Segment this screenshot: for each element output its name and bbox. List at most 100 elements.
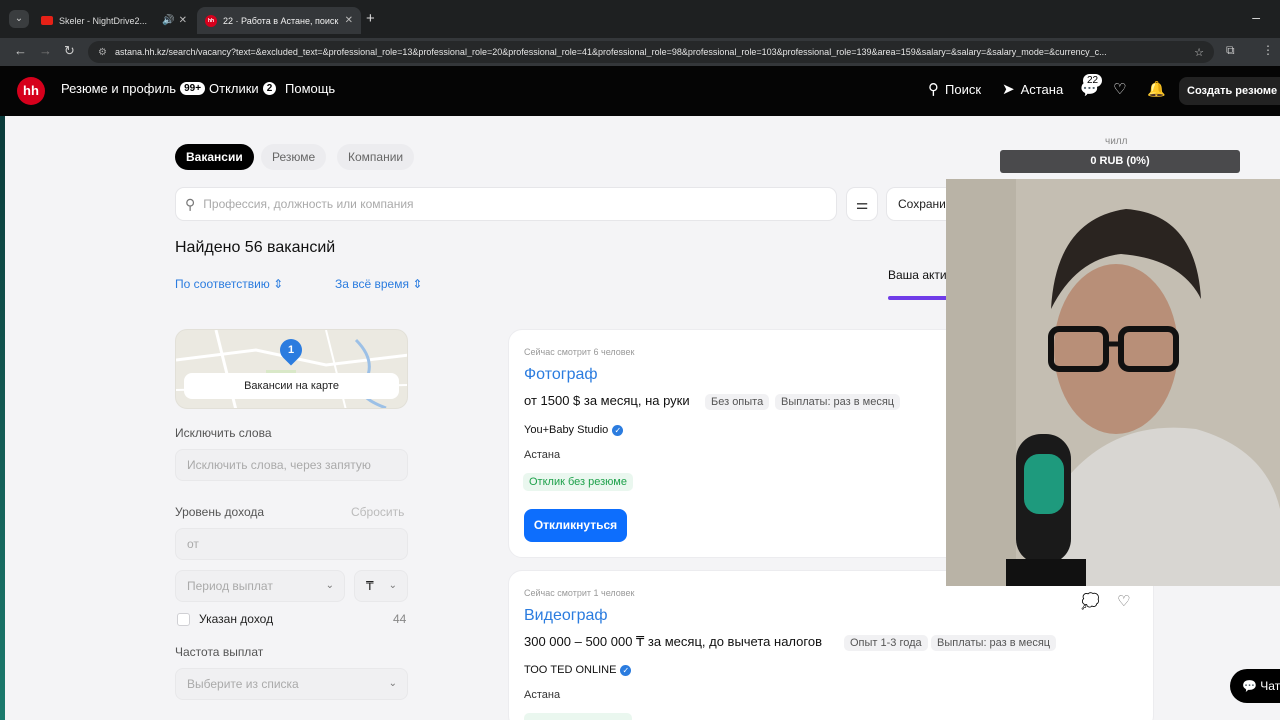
search-link[interactable]: ⚲ Поиск <box>928 80 981 98</box>
back-icon[interactable]: ← <box>14 43 27 58</box>
donation-progress-bar: 0 RUB (0%) <box>1000 150 1240 173</box>
vacancy-city: Астана <box>524 689 561 701</box>
payment-frequency-tag: Выплаты: раз в месяц <box>775 394 901 410</box>
company-name: You+Baby Studio <box>524 424 609 436</box>
sort-relevance-label: По соответствию <box>175 277 270 291</box>
payment-frequency-tag: Выплаты: раз в месяц <box>931 635 1057 651</box>
apply-without-resume-badge: Отклик без резюме <box>523 473 633 491</box>
vacancies-on-map-button[interactable]: Вакансии на карте <box>184 373 399 399</box>
profile-icon[interactable]: ⋮ <box>1262 43 1274 57</box>
new-tab-button[interactable]: + <box>366 10 375 27</box>
sort-time-label: За всё время <box>335 277 409 291</box>
forward-icon[interactable]: → <box>39 43 52 58</box>
bookmark-star-icon[interactable]: ☆ <box>1194 46 1204 59</box>
apply-without-resume-badge <box>524 713 632 720</box>
help-link[interactable]: Помощь <box>285 81 335 96</box>
contact-chat-icon[interactable]: 💭 <box>1081 592 1100 610</box>
vacancy-search-field[interactable]: ⚲ <box>175 187 837 221</box>
company-link[interactable]: You+Baby Studio ✓ <box>524 424 624 436</box>
tab-companies[interactable]: Компании <box>337 144 415 170</box>
vacancy-title-link[interactable]: Видеограф <box>524 607 608 625</box>
updown-chevron-icon: ⇕ <box>273 277 284 291</box>
company-link[interactable]: ТОО TED ONLINE ✓ <box>524 664 632 676</box>
tab-resumes[interactable]: Резюме <box>261 144 327 170</box>
resume-badge: 99+ <box>180 82 206 95</box>
payment-period-select[interactable]: Период выплат ⌄ <box>175 570 345 602</box>
close-tab-icon[interactable]: ✕ <box>179 15 187 26</box>
results-count-title: Найдено 56 вакансий <box>175 239 336 256</box>
sort-relevance-dropdown[interactable]: По соответствию ⇕ <box>175 277 283 291</box>
map-pin-count: 1 <box>287 344 295 356</box>
url-field[interactable]: ⚙ astana.hh.kz/search/vacancy?text=&excl… <box>88 41 1214 63</box>
currency-select[interactable]: ₸ ⌄ <box>354 570 408 602</box>
chat-badge: 22 <box>1083 74 1103 87</box>
favorites-heart-icon[interactable]: ♡ <box>1113 80 1132 98</box>
salary-specified-count: 44 <box>393 612 407 626</box>
vacancy-city: Астана <box>524 449 561 461</box>
reset-income-link[interactable]: Сбросить <box>351 505 404 519</box>
apply-button[interactable]: Откликнуться <box>524 509 627 542</box>
verified-check-icon: ✓ <box>620 664 632 676</box>
site-settings-icon[interactable]: ⚙ <box>98 47 107 58</box>
tab-your-activity[interactable]: Ваша акти <box>888 268 947 282</box>
hh-favicon-icon: hh <box>205 14 217 27</box>
tab-vacancies[interactable]: Вакансии <box>175 144 254 170</box>
chevron-down-icon: ⌄ <box>388 580 397 591</box>
city-label: Астана <box>1020 81 1064 97</box>
salary-specified-label[interactable]: Указан доход <box>199 612 273 626</box>
url-text: astana.hh.kz/search/vacancy?text=&exclud… <box>114 47 1107 57</box>
salary-specified-checkbox[interactable] <box>177 613 190 626</box>
payment-frequency-label: Частота выплат <box>175 645 264 659</box>
sort-time-dropdown[interactable]: За всё время ⇕ <box>335 277 422 291</box>
create-resume-button[interactable]: Создать резюме <box>1179 77 1280 105</box>
vacancy-salary: 300 000 – 500 000 ₸ за месяц, до вычета … <box>524 634 822 649</box>
income-from-input[interactable]: от <box>175 528 408 560</box>
notifications-bell-icon[interactable]: 🔔 <box>1147 80 1172 98</box>
favorite-heart-icon[interactable]: ♡ <box>1117 592 1130 610</box>
chat-bubble-icon: 💬 <box>1242 679 1257 693</box>
tab-title: Skeler - NightDrive2... <box>59 15 148 26</box>
updown-chevron-icon: ⇕ <box>412 277 423 291</box>
search-input[interactable] <box>203 197 804 211</box>
exclude-words-label: Исключить слова <box>175 426 272 440</box>
resume-profile-link[interactable]: Резюме и профиль 99+ <box>61 81 206 96</box>
chat-button-label: Чат <box>1260 679 1280 693</box>
location-arrow-icon: ➤ <box>1002 81 1015 98</box>
experience-tag: Опыт 1-3 года <box>844 635 928 651</box>
reload-icon[interactable]: ↻ <box>64 43 75 59</box>
vacancy-title-link[interactable]: Фотограф <box>524 366 598 384</box>
browser-tab-youtube[interactable]: Skeler - NightDrive2... 🔊 ✕ <box>33 7 195 34</box>
resume-profile-label: Резюме и профиль <box>61 81 177 96</box>
browser-tab-strip: ⌄ Skeler - NightDrive2... 🔊 ✕ hh 22 · Ра… <box>0 0 1280 38</box>
hh-logo[interactable]: hh <box>17 77 45 105</box>
responses-link[interactable]: Отклики 2 <box>209 81 277 96</box>
chat-floating-button[interactable]: 💬 Чат <box>1230 669 1280 703</box>
search-icon: ⚲ <box>185 195 196 212</box>
company-name: ТОО TED ONLINE <box>524 664 617 676</box>
exclude-words-input[interactable]: Исключить слова, через запятую <box>175 449 408 481</box>
speaker-icon[interactable]: 🔊 <box>162 15 174 26</box>
income-level-label: Уровень дохода <box>175 505 265 519</box>
filter-settings-button[interactable]: ⚌ <box>846 187 878 221</box>
search-link-label: Поиск <box>945 81 982 97</box>
payment-frequency-placeholder: Выберите из списка <box>187 677 299 691</box>
extensions-icon[interactable]: ⧉ <box>1226 43 1235 58</box>
payment-frequency-select[interactable]: Выберите из списка ⌄ <box>175 668 408 700</box>
currency-value: ₸ <box>366 579 374 593</box>
youtube-icon <box>41 16 53 25</box>
browser-tab-hh[interactable]: hh 22 · Работа в Астане, поиск по... ✕ <box>197 7 361 34</box>
city-link[interactable]: ➤ Астана <box>1002 80 1063 98</box>
webcam-person-image <box>946 179 1280 586</box>
tab-title: 22 · Работа в Астане, поиск по... <box>223 15 341 26</box>
close-tab-icon[interactable]: ✕ <box>345 15 353 26</box>
donation-goal-label: чилл <box>1105 136 1128 147</box>
viewing-now-label: Сейчас смотрит 1 человек <box>524 588 635 598</box>
verified-check-icon: ✓ <box>612 424 624 436</box>
filter-sliders-icon: ⚌ <box>855 196 869 212</box>
tab-search-menu-button[interactable]: ⌄ <box>9 10 29 28</box>
search-icon: ⚲ <box>928 81 939 98</box>
payment-period-placeholder: Период выплат <box>187 579 273 593</box>
address-bar-row: ← → ↻ ⚙ astana.hh.kz/search/vacancy?text… <box>0 38 1280 66</box>
minimize-window-button[interactable]: – <box>1252 9 1260 25</box>
active-tab-underline <box>888 296 948 300</box>
